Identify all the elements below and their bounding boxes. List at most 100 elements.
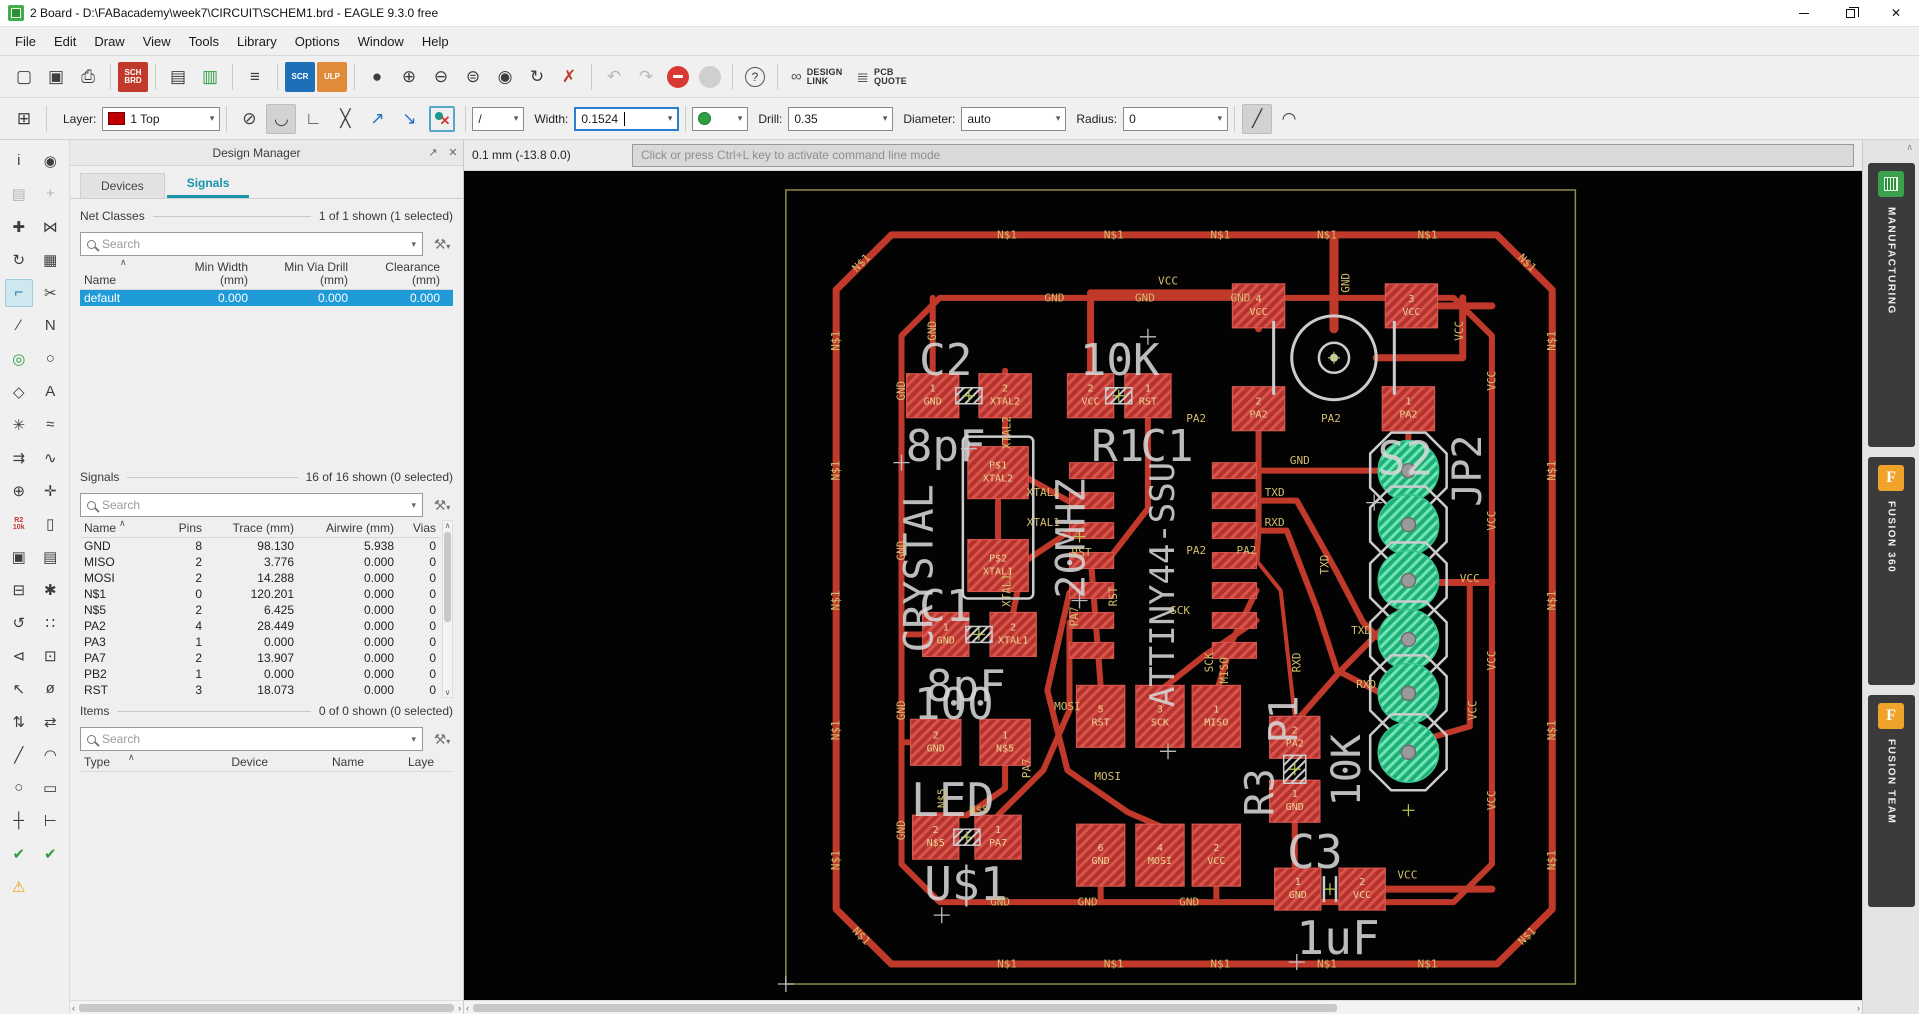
tool-lock[interactable]: ⊡ bbox=[36, 642, 64, 670]
scroll-up-icon[interactable]: ∧ bbox=[1906, 142, 1913, 153]
pcb-canvas[interactable]: 1 GND 2 XTAL2 2 VCC 1 RST P$1 XTAL2 P$2 XTAL1 4 VCC 3 V… bbox=[464, 171, 1862, 1000]
wrench-icon[interactable]: ⚒▾ bbox=[431, 497, 453, 514]
menu-help[interactable]: Help bbox=[413, 30, 458, 53]
wire-bend-90-button[interactable]: ∟ bbox=[298, 104, 328, 134]
column-header[interactable]: Name bbox=[272, 754, 368, 771]
tool-route[interactable]: ⌐ bbox=[4, 278, 33, 307]
command-line-input[interactable]: Click or press Ctrl+L key to activate co… bbox=[632, 143, 1854, 167]
table-row[interactable]: PA2 4 28.449 0.000 0 bbox=[80, 618, 441, 634]
table-row[interactable]: RST 3 18.073 0.000 0 bbox=[80, 682, 441, 698]
panel-horizontal-scrollbar[interactable]: ‹ › bbox=[70, 1000, 463, 1014]
zoom-out-button[interactable]: ⊖ bbox=[426, 62, 456, 92]
signals-search-input[interactable]: Search ▾ bbox=[80, 493, 423, 517]
canvas-horizontal-scrollbar[interactable]: ‹ › bbox=[464, 1000, 1862, 1014]
tool-split[interactable]: ∕ bbox=[5, 312, 33, 340]
line-style-select[interactable]: / ▾ bbox=[472, 106, 525, 131]
tool-swap[interactable]: ⇄ bbox=[36, 708, 64, 736]
tool-erc[interactable]: ✔ bbox=[5, 840, 33, 868]
tool-name[interactable]: N bbox=[36, 312, 64, 340]
items-search-input[interactable]: Search ▾ bbox=[80, 727, 423, 751]
menu-options[interactable]: Options bbox=[286, 30, 349, 53]
cam-processor-button[interactable]: ▤ bbox=[163, 62, 193, 92]
tool-line[interactable]: ╱ bbox=[5, 741, 33, 769]
tool-circle-2[interactable]: ○ bbox=[5, 774, 33, 802]
column-header[interactable]: Min Width (mm) bbox=[160, 259, 252, 289]
miter-curved-button[interactable]: ◠ bbox=[1274, 104, 1304, 134]
side-tab-fusion-team[interactable]: F FUSION TEAM bbox=[1867, 695, 1915, 907]
tool-move-group[interactable]: ↖ bbox=[5, 675, 33, 703]
menu-view[interactable]: View bbox=[134, 30, 180, 53]
design-link-button[interactable]: ∞ DESIGN LINK bbox=[784, 62, 849, 92]
pcb-quote-button[interactable]: ≣ PCB QUOTE bbox=[849, 62, 914, 92]
wrench-icon[interactable]: ⚒▾ bbox=[431, 236, 453, 253]
radius-select[interactable]: 0 ▾ bbox=[1123, 106, 1229, 131]
print-button[interactable]: ⎙ bbox=[73, 62, 103, 92]
cam-processor-output-button[interactable]: ▥ bbox=[195, 62, 225, 92]
tool-eye[interactable]: ◉ bbox=[36, 147, 64, 175]
table-row[interactable]: MISO 2 3.776 0.000 0 bbox=[80, 554, 441, 570]
maximize-button[interactable] bbox=[1827, 0, 1873, 26]
tool-autorouter[interactable]: ⇉ bbox=[5, 444, 33, 472]
go-button[interactable] bbox=[699, 65, 721, 88]
column-header[interactable]: Pins bbox=[158, 520, 206, 537]
zoom-fit-button[interactable]: ● bbox=[362, 62, 392, 92]
scroll-right-icon[interactable]: › bbox=[1857, 1003, 1860, 1013]
tool-info[interactable]: i bbox=[5, 147, 33, 175]
tool-mark[interactable]: + bbox=[36, 180, 64, 208]
layer-select[interactable]: 1 Top ▾ bbox=[102, 106, 221, 131]
tool-optimize[interactable]: ≈ bbox=[36, 411, 64, 439]
table-row[interactable]: PA7 2 13.907 0.000 0 bbox=[80, 650, 441, 666]
tool-ic-package[interactable]: ▯ bbox=[36, 510, 64, 538]
tool-resistor-smd[interactable]: R2 10k bbox=[5, 510, 33, 538]
tool-meander[interactable]: ∿ bbox=[36, 444, 64, 472]
zoom-in-button[interactable]: ⊕ bbox=[394, 62, 424, 92]
miter-straight-button[interactable]: ╱ bbox=[1242, 103, 1273, 134]
tool-undo-arc[interactable]: ↺ bbox=[5, 609, 33, 637]
column-header[interactable]: Name bbox=[80, 272, 160, 289]
column-header[interactable]: Airwire (mm) bbox=[298, 520, 398, 537]
new-file-button[interactable]: ▢ bbox=[9, 62, 39, 92]
tool-wrench-plus[interactable]: ✛ bbox=[36, 477, 64, 505]
tool-change[interactable]: ✱ bbox=[36, 576, 64, 604]
save-button[interactable]: ▣ bbox=[41, 62, 71, 92]
tool-move[interactable]: ✚ bbox=[5, 213, 33, 241]
signals-scrollbar[interactable]: ∧ ∨ bbox=[442, 520, 453, 698]
scroll-left-icon[interactable]: ‹ bbox=[72, 1003, 75, 1013]
column-header[interactable]: Laye bbox=[368, 754, 438, 771]
tool-errors[interactable]: ⚠ bbox=[5, 873, 33, 901]
sch-brd-toggle-button[interactable]: SCH BRD bbox=[118, 61, 148, 92]
float-panel-icon[interactable]: ↗ bbox=[423, 146, 443, 159]
tool-delete[interactable]: ⊟ bbox=[5, 576, 33, 604]
wire-bend-round-button[interactable]: ◡ bbox=[266, 103, 297, 134]
library-manager-button[interactable]: ≡ bbox=[240, 62, 270, 92]
tool-signal[interactable]: ⊕ bbox=[5, 477, 33, 505]
grid-button[interactable]: ⊞ bbox=[9, 104, 39, 134]
run-script-button[interactable]: SCR bbox=[285, 61, 315, 92]
tool-text[interactable]: A bbox=[36, 378, 64, 406]
tool-arc[interactable]: ◠ bbox=[36, 741, 64, 769]
tool-dimension[interactable]: ┼ bbox=[5, 807, 33, 835]
close-panel-icon[interactable]: ✕ bbox=[443, 146, 463, 159]
wire-bend-none-button[interactable]: ⊘ bbox=[234, 104, 264, 134]
refresh-button[interactable]: ↻ bbox=[522, 62, 552, 92]
net-classes-search-input[interactable]: Search ▾ bbox=[80, 232, 423, 256]
tool-ratsnest[interactable]: ✳ bbox=[5, 411, 33, 439]
tool-drc[interactable]: ✔ bbox=[36, 840, 64, 868]
scroll-right-icon[interactable]: › bbox=[458, 1003, 461, 1013]
tool-circle[interactable]: ○ bbox=[36, 345, 64, 373]
tool-via[interactable]: ◎ bbox=[5, 345, 33, 373]
tool-display-layers[interactable]: ▤ bbox=[5, 180, 33, 208]
tool-measure[interactable]: ⊢ bbox=[36, 807, 64, 835]
wire-bend-45-button[interactable]: ╳ bbox=[330, 104, 360, 134]
table-row[interactable]: N$1 0 120.201 0.000 0 bbox=[80, 586, 441, 602]
tool-rect[interactable]: ▭ bbox=[36, 774, 64, 802]
tab-devices[interactable]: Devices bbox=[80, 173, 165, 198]
run-ulp-button[interactable]: ULP bbox=[317, 61, 347, 92]
table-row[interactable]: N$5 2 6.425 0.000 0 bbox=[80, 602, 441, 618]
undo-button[interactable]: ↶ bbox=[599, 62, 629, 92]
width-input[interactable]: 0.1524 ▾ bbox=[574, 106, 680, 131]
minimize-button[interactable] bbox=[1781, 0, 1827, 26]
help-button[interactable]: ? bbox=[740, 62, 770, 92]
redo-button[interactable]: ↷ bbox=[631, 62, 661, 92]
column-header[interactable]: Clearance (mm) bbox=[352, 259, 444, 289]
